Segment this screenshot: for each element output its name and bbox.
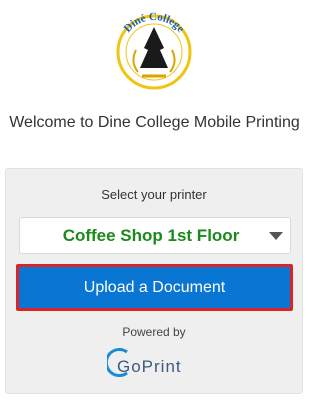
chevron-down-icon <box>269 232 283 240</box>
goprint-logo: GoPrint <box>104 345 203 379</box>
goprint-logo-icon: GoPrint <box>104 348 182 377</box>
printing-card: Select your printer Coffee Shop 1st Floo… <box>5 168 303 394</box>
printer-select[interactable]: Coffee Shop 1st Floor <box>19 217 291 254</box>
powered-by-label: Powered by <box>122 325 186 339</box>
select-printer-label: Select your printer <box>101 187 207 202</box>
dine-college-logo: Diné College <box>112 10 196 94</box>
printer-select-value: Coffee Shop 1st Floor <box>62 226 240 245</box>
goprint-wordmark: GoPrint <box>117 357 182 376</box>
upload-document-button[interactable]: Upload a Document <box>16 264 293 311</box>
welcome-text: Welcome to Dine College Mobile Printing <box>9 114 300 131</box>
arrowhead-seal-icon: Diné College <box>116 11 192 90</box>
